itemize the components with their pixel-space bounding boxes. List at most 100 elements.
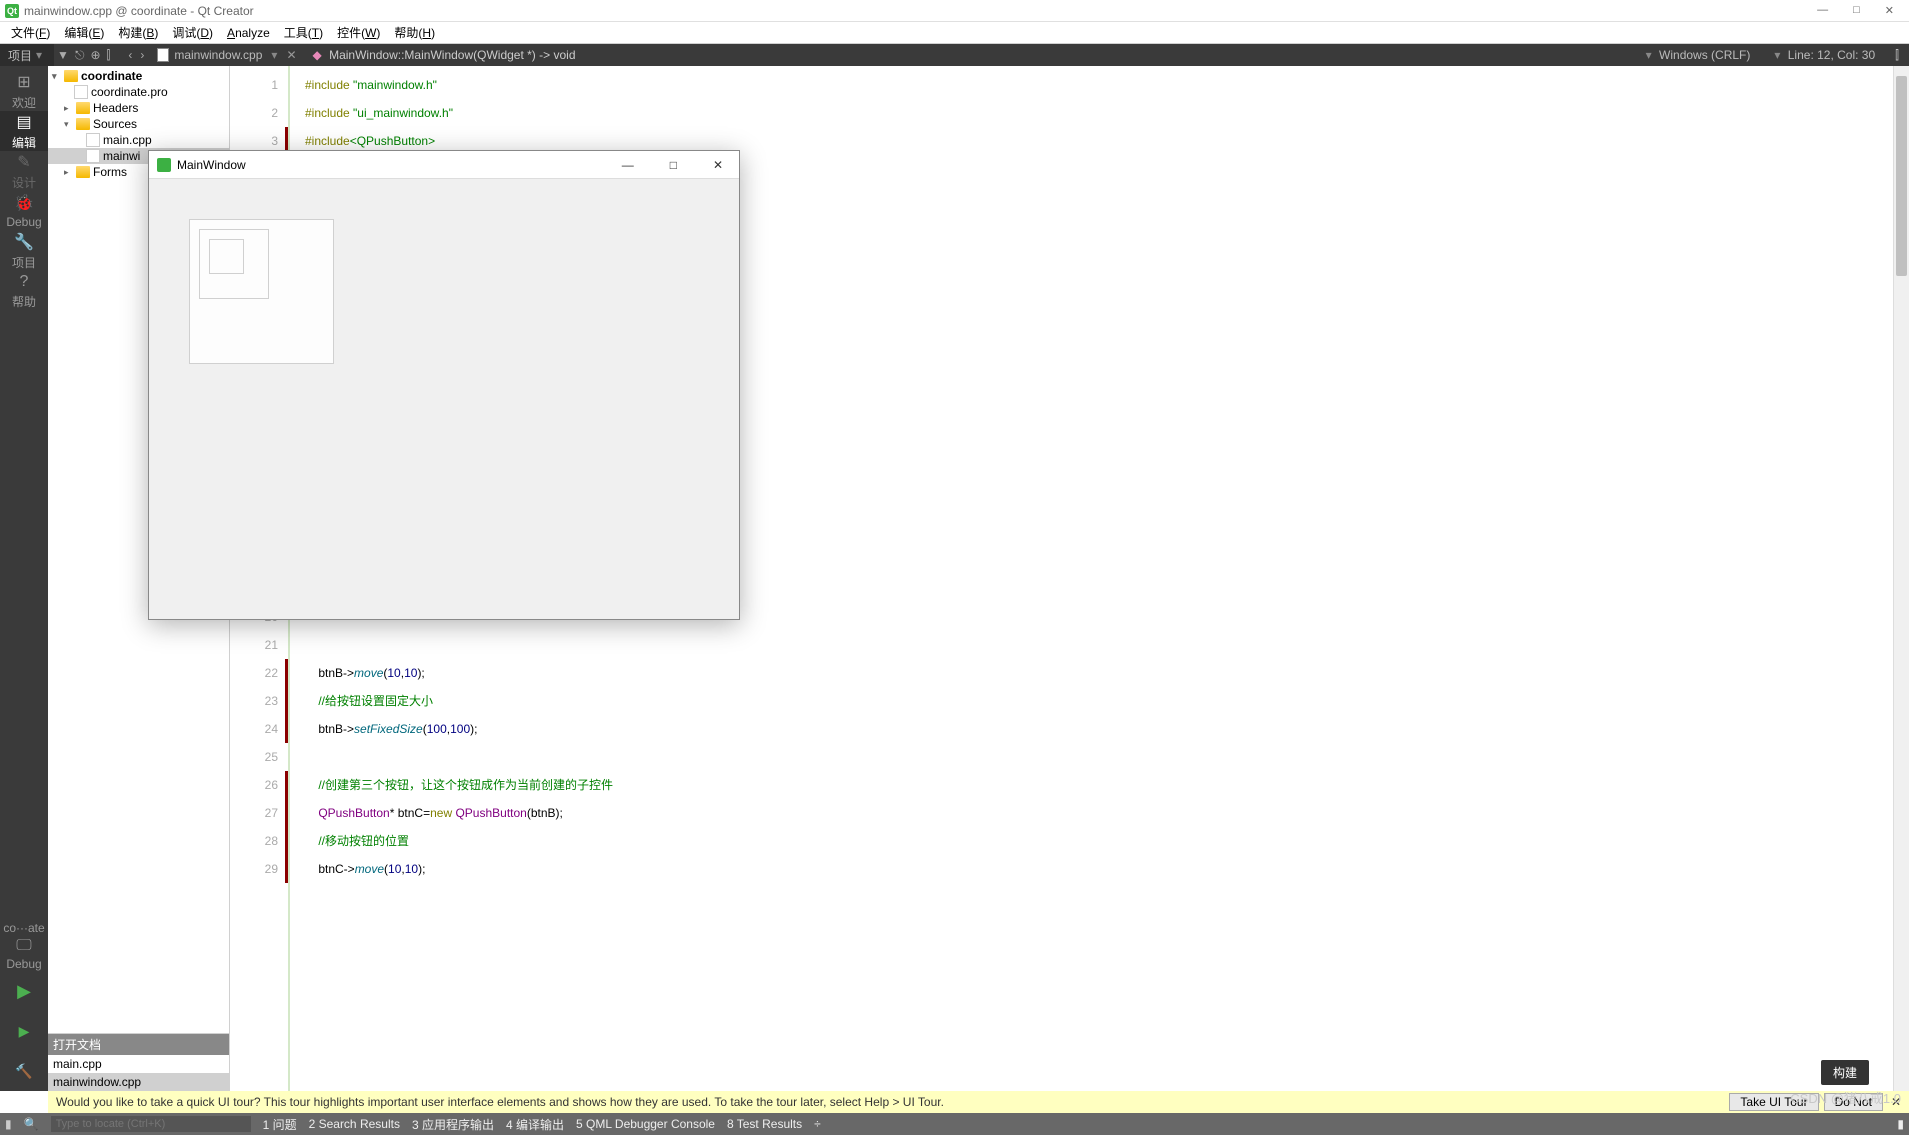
play-icon: ▶	[17, 981, 31, 1002]
build-button[interactable]: 🔨	[0, 1051, 48, 1091]
watermark: CSDN @猪八戒1.0	[1790, 1088, 1901, 1107]
nav-back-icon[interactable]: ‹	[125, 48, 135, 62]
kit-selector[interactable]: co···ate🖵Debug	[0, 921, 48, 971]
locator-input[interactable]	[51, 1116, 251, 1132]
tree-main-cpp[interactable]: main.cpp	[48, 132, 229, 148]
hammer-icon: 🔨	[15, 1063, 32, 1080]
window-controls: — □ ✕	[1817, 4, 1904, 17]
filter-icon[interactable]: ▼	[54, 48, 72, 62]
build-tooltip: 构建	[1821, 1060, 1869, 1085]
breadcrumb[interactable]: ◆ MainWindow::MainWindow(QWidget *) -> v…	[305, 48, 584, 62]
sidebar-debug[interactable]: 🐞Debug	[0, 191, 48, 231]
preview-logo-icon	[157, 158, 171, 172]
file-tab[interactable]: mainwindow.cpp ▾ ✕	[149, 44, 304, 66]
menu-file[interactable]: 文件(F)	[5, 22, 56, 43]
tree-sources[interactable]: ▾Sources	[48, 116, 229, 132]
design-icon: ✎	[17, 152, 30, 172]
tree-pro-file[interactable]: coordinate.pro	[48, 84, 229, 100]
nav-arrows: ‹ ›	[123, 48, 149, 62]
close-button[interactable]: ✕	[1885, 4, 1894, 17]
preview-title: MainWindow	[177, 158, 246, 172]
file-tab-name: mainwindow.cpp	[174, 48, 262, 62]
project-selector[interactable]: 项目▾	[0, 44, 54, 66]
preview-btnA[interactable]	[189, 219, 334, 364]
menubar: 文件(F) 编辑(E) 构建(B) 调试(D) Analyze 工具(T) 控件…	[0, 22, 1909, 44]
play-bug-icon: ▶	[19, 1023, 30, 1040]
menu-edit[interactable]: 编辑(E)	[58, 22, 110, 43]
edit-icon: ▤	[16, 112, 31, 132]
tree-root[interactable]: ▾coordinate	[48, 68, 229, 84]
diamond-icon: ◆	[313, 48, 322, 62]
open-doc-item[interactable]: main.cpp	[48, 1055, 229, 1073]
preview-body	[149, 179, 739, 619]
menu-build[interactable]: 构建(B)	[112, 22, 164, 43]
sidebar-help[interactable]: ?帮助	[0, 271, 48, 311]
toolbar-right: ▾ Windows (CRLF) ▾ Line: 12, Col: 30 ⫿	[1632, 48, 1909, 63]
run-debug-button[interactable]: ▶	[0, 1011, 48, 1051]
folder-icon	[64, 70, 78, 82]
status-qml[interactable]: 5 QML Debugger Console	[576, 1117, 715, 1131]
window-title: mainwindow.cpp @ coordinate - Qt Creator	[24, 4, 254, 18]
search-icon: 🔍	[24, 1117, 39, 1131]
nav-fwd-icon[interactable]: ›	[137, 48, 147, 62]
menu-widgets[interactable]: 控件(W)	[331, 22, 386, 43]
menu-analyze[interactable]: Analyze	[221, 24, 276, 42]
welcome-icon: ⊞	[17, 72, 30, 92]
status-progress-icon[interactable]: ▮	[1897, 1117, 1904, 1131]
debug-icon: 🐞	[14, 193, 34, 213]
projects-icon: 🔧	[14, 232, 34, 252]
file-icon	[86, 149, 100, 163]
monitor-icon: 🖵	[16, 937, 31, 955]
run-button[interactable]: ▶	[0, 971, 48, 1011]
file-icon	[157, 48, 169, 62]
open-doc-item[interactable]: mainwindow.cpp	[48, 1073, 229, 1091]
sidebar-welcome[interactable]: ⊞欢迎	[0, 71, 48, 111]
file-tab-close-icon[interactable]: ✕	[286, 48, 296, 62]
preview-maximize-button[interactable]: □	[662, 158, 685, 172]
link-icon[interactable]: ⎋	[72, 48, 88, 63]
banner-text: Would you like to take a quick UI tour? …	[56, 1095, 944, 1109]
sidebar-edit[interactable]: ▤编辑	[0, 111, 48, 151]
open-docs-header: 打开文档	[48, 1034, 229, 1055]
menu-tools[interactable]: 工具(T)	[278, 22, 329, 43]
ui-tour-banner: Would you like to take a quick UI tour? …	[48, 1091, 1909, 1113]
menu-debug[interactable]: 调试(D)	[166, 22, 219, 43]
split-icon[interactable]: ⫿	[104, 48, 114, 63]
preview-minimize-button[interactable]: —	[614, 158, 642, 172]
preview-btnB[interactable]	[199, 229, 269, 299]
folder-icon	[76, 102, 90, 114]
file-icon	[74, 85, 88, 99]
sidebar-design[interactable]: ✎设计	[0, 151, 48, 191]
status-appoutput[interactable]: 3 应用程序输出	[412, 1116, 494, 1133]
titlebar: Qt mainwindow.cpp @ coordinate - Qt Crea…	[0, 0, 1909, 22]
status-more-icon[interactable]: ÷	[814, 1117, 821, 1131]
cursor-position[interactable]: ▾ Line: 12, Col: 30	[1770, 48, 1875, 63]
open-documents-pane: 打开文档 main.cpp mainwindow.cpp	[48, 1033, 229, 1091]
sync-icon[interactable]: ⊕	[87, 48, 103, 62]
preview-titlebar[interactable]: MainWindow — □ ✕	[149, 151, 739, 179]
preview-close-button[interactable]: ✕	[705, 158, 731, 172]
tree-headers[interactable]: ▸Headers	[48, 100, 229, 116]
sidebar-toggle-icon[interactable]: ▮	[5, 1117, 12, 1131]
minimize-button[interactable]: —	[1817, 4, 1828, 17]
status-search[interactable]: 2 Search Results	[309, 1117, 400, 1131]
toolbar-more-icon[interactable]: ⫿	[1895, 48, 1899, 63]
scrollbar-thumb[interactable]	[1896, 76, 1907, 276]
mode-sidebar: ⊞欢迎 ▤编辑 ✎设计 🐞Debug 🔧项目 ?帮助 co···ate🖵Debu…	[0, 66, 48, 1091]
preview-btnC[interactable]	[209, 239, 244, 274]
status-compile[interactable]: 4 编译输出	[506, 1116, 564, 1133]
help-icon: ?	[20, 273, 29, 291]
status-tests[interactable]: 8 Test Results	[727, 1117, 802, 1131]
vertical-scrollbar[interactable]	[1893, 66, 1909, 1091]
menu-help[interactable]: 帮助(H)	[388, 22, 441, 43]
app-preview-window[interactable]: MainWindow — □ ✕	[148, 150, 740, 620]
status-issues[interactable]: 1 问题	[263, 1116, 297, 1133]
folder-icon	[76, 118, 90, 130]
sidebar-projects[interactable]: 🔧项目	[0, 231, 48, 271]
file-icon	[86, 133, 100, 147]
statusbar: ▮ 🔍 1 问题 2 Search Results 3 应用程序输出 4 编译输…	[0, 1113, 1909, 1135]
maximize-button[interactable]: □	[1853, 4, 1860, 17]
folder-icon	[76, 166, 90, 178]
app-logo-icon: Qt	[5, 4, 19, 18]
encoding-label[interactable]: ▾ Windows (CRLF)	[1642, 48, 1751, 63]
